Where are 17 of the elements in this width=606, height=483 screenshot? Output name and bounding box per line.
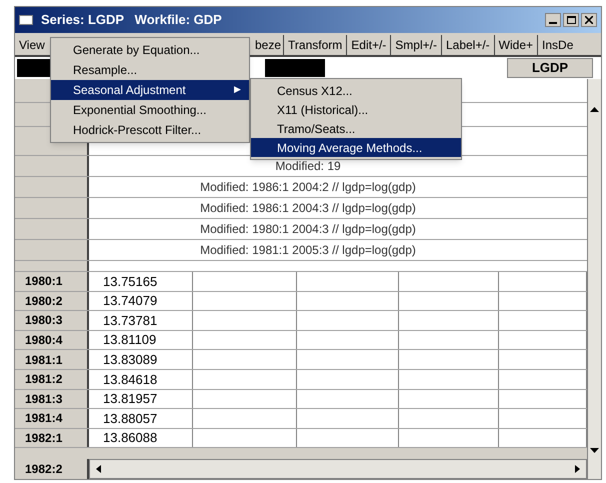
comment-text: Modified: 19	[275, 158, 341, 175]
comment-text: Modified: 1981:1 2005:3 // lgdp=log(gdp)	[200, 242, 416, 259]
table-cell: 13.86088	[89, 428, 193, 448]
window-title: Series: LGDP Workfile: GDP	[41, 11, 222, 30]
table-cell: 13.83089	[89, 350, 193, 369]
table-cell: 13.81957	[89, 390, 193, 408]
comment-text: Modified: 1980:1 2004:3 // lgdp=log(gdp)	[200, 221, 416, 238]
submenu-arrow: ▶	[234, 83, 241, 96]
comment-text: Modified: 1986:1 2004:3 // lgdp=log(gdp)	[200, 200, 416, 217]
table-cell: 13.74079	[89, 292, 193, 310]
table-cell: 13.84618	[89, 370, 193, 389]
column-header: LGDP	[507, 58, 593, 78]
table-cell: 13.81109	[89, 330, 193, 350]
table-cell: 13.73781	[89, 311, 193, 330]
table-cell: 13.75165	[89, 272, 193, 291]
comment-text: Modified: 1986:1 2004:2 // lgdp=log(gdp)	[200, 179, 416, 196]
table-cell: 13.88057	[89, 409, 193, 428]
